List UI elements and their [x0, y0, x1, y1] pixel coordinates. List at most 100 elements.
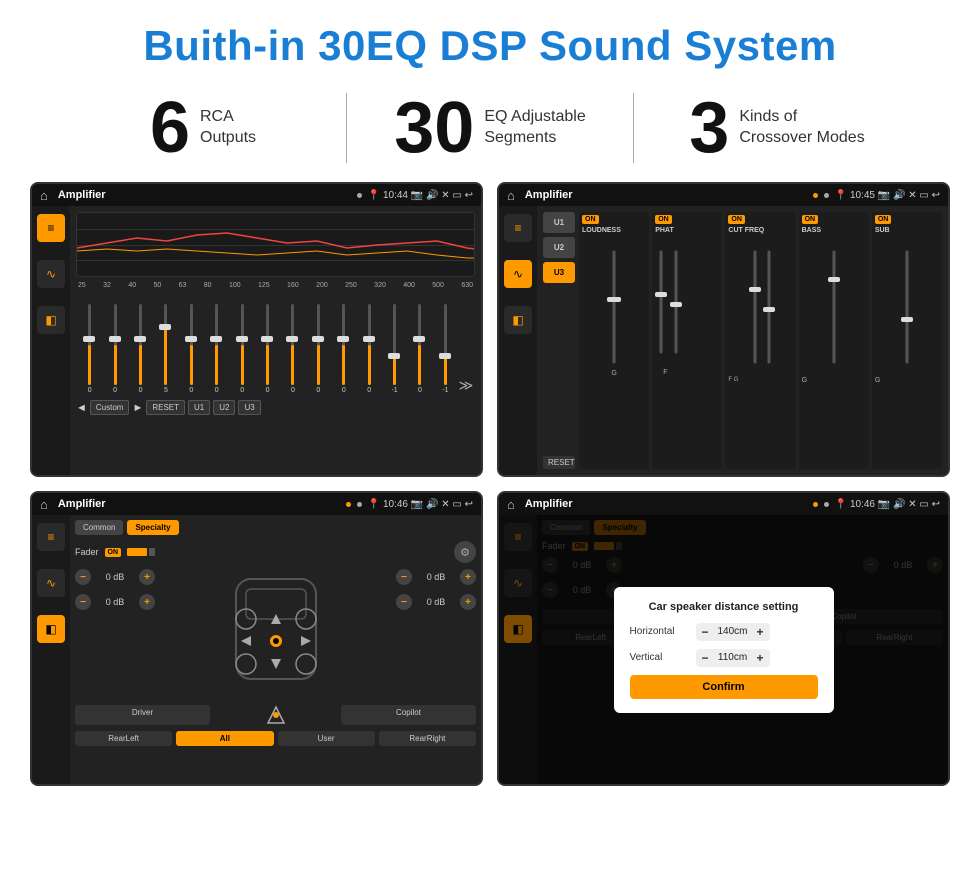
- eq-slider-8[interactable]: 0: [256, 304, 279, 394]
- fl-plus-btn[interactable]: +: [139, 569, 155, 585]
- eq-icon-3[interactable]: ≡: [37, 523, 65, 551]
- eq-slider-4[interactable]: 5: [154, 304, 177, 394]
- eq-slider-15[interactable]: -1: [434, 304, 457, 394]
- status-icons-1: 📍 10:44 📷 🔊 ✕ ▭ ↩: [368, 190, 473, 201]
- eq-slider-5[interactable]: 0: [180, 304, 203, 394]
- eq-slider-10[interactable]: 0: [307, 304, 330, 394]
- eq-slider-2[interactable]: 0: [103, 304, 126, 394]
- eq-prev-btn[interactable]: ◄: [76, 402, 87, 414]
- fr-plus-btn[interactable]: +: [460, 569, 476, 585]
- copilot-btn[interactable]: Copilot: [341, 705, 476, 725]
- stat-rca: 6 RCAOutputs: [60, 92, 346, 164]
- crossover-main: U1 U2 U3 RESET ON LOUDNESS: [537, 206, 948, 475]
- driver-btn[interactable]: Driver: [75, 705, 210, 725]
- all-btn[interactable]: All: [176, 731, 273, 746]
- eq-slider-3[interactable]: 0: [129, 304, 152, 394]
- screens-grid: ⌂ Amplifier 📍 10:44 📷 🔊 ✕ ▭ ↩ ≡ ∿ ◧: [0, 182, 980, 796]
- rl-db-value: 0 dB: [95, 597, 135, 607]
- eq-u2-btn[interactable]: U2: [213, 400, 235, 415]
- rr-plus-btn[interactable]: +: [460, 594, 476, 610]
- side-icons-1: ≡ ∿ ◧: [32, 206, 70, 475]
- vertical-value: 110cm: [713, 652, 753, 663]
- eq-icon[interactable]: ≡: [37, 214, 65, 242]
- fader-main: Common Specialty Fader ON ⚙: [70, 515, 481, 784]
- home-icon-4[interactable]: ⌂: [507, 497, 515, 512]
- horizontal-value: 140cm: [713, 626, 753, 637]
- stat-rca-number: 6: [150, 92, 190, 164]
- xo-u3-btn[interactable]: U3: [543, 262, 575, 283]
- rr-minus-btn[interactable]: −: [396, 594, 412, 610]
- eq-reset-btn[interactable]: RESET: [146, 400, 185, 415]
- dot-4: [813, 502, 818, 507]
- eq-u3-btn[interactable]: U3: [238, 400, 260, 415]
- eq-slider-9[interactable]: 0: [281, 304, 304, 394]
- home-icon-1[interactable]: ⌂: [40, 188, 48, 203]
- rl-plus-btn[interactable]: +: [139, 594, 155, 610]
- eq-slider-6[interactable]: 0: [205, 304, 228, 394]
- tab-specialty[interactable]: Specialty: [127, 520, 178, 535]
- home-icon-2[interactable]: ⌂: [507, 188, 515, 203]
- speaker-icon-2[interactable]: ◧: [504, 306, 532, 334]
- loudness-on-badge[interactable]: ON: [582, 215, 599, 224]
- eq-next-btn[interactable]: ►: [132, 402, 143, 414]
- xo-loudness: ON LOUDNESS G: [579, 212, 649, 469]
- bass-on-badge[interactable]: ON: [802, 215, 819, 224]
- eq-freq-labels: 253240506380100125160200250320400500630: [76, 281, 475, 290]
- horizontal-label: Horizontal: [630, 626, 690, 637]
- speaker-icon[interactable]: ◧: [37, 306, 65, 334]
- eq-icon-2[interactable]: ≡: [504, 214, 532, 242]
- title-1: Amplifier: [54, 189, 351, 201]
- vertical-minus-btn[interactable]: −: [702, 651, 709, 665]
- fr-db-row: − 0 dB +: [396, 569, 476, 585]
- rearleft-btn[interactable]: RearLeft: [75, 731, 172, 746]
- eq-u1-btn[interactable]: U1: [188, 400, 210, 415]
- wave-icon[interactable]: ∿: [37, 260, 65, 288]
- eq-scroll-right[interactable]: ≫: [459, 377, 474, 394]
- tab-common[interactable]: Common: [75, 520, 123, 535]
- eq-main: 253240506380100125160200250320400500630 …: [70, 206, 481, 475]
- fader-on-badge[interactable]: ON: [105, 548, 122, 557]
- dot-2: [813, 193, 818, 198]
- eq-slider-11[interactable]: 0: [332, 304, 355, 394]
- stat-crossover: 3 Kinds ofCrossover Modes: [634, 92, 920, 164]
- horizontal-row: Horizontal − 140cm +: [630, 623, 818, 641]
- fader-header: Fader ON ⚙: [75, 541, 476, 563]
- speaker-icon-3[interactable]: ◧: [37, 615, 65, 643]
- eq-slider-13[interactable]: -1: [383, 304, 406, 394]
- rl-minus-btn[interactable]: −: [75, 594, 91, 610]
- vertical-plus-btn[interactable]: +: [757, 651, 764, 665]
- stat-rca-label: RCAOutputs: [200, 107, 256, 149]
- horizontal-minus-btn[interactable]: −: [702, 625, 709, 639]
- fr-minus-btn[interactable]: −: [396, 569, 412, 585]
- user-btn[interactable]: User: [278, 731, 375, 746]
- xo-reset-btn[interactable]: RESET: [543, 456, 575, 469]
- screen-crossover: ⌂ Amplifier 📍 10:45 📷 🔊 ✕ ▭ ↩ ≡ ∿ ◧ U1 U…: [497, 182, 950, 477]
- fl-minus-btn[interactable]: −: [75, 569, 91, 585]
- fader-text: Fader: [75, 547, 99, 557]
- dot-4b: [824, 502, 829, 507]
- title-4: Amplifier: [521, 498, 807, 510]
- stats-row: 6 RCAOutputs 30 EQ AdjustableSegments 3 …: [0, 84, 980, 182]
- dialog-title: Car speaker distance setting: [630, 601, 818, 613]
- xo-cutfreq: ON CUT FREQ F G: [725, 212, 795, 469]
- sub-on-badge[interactable]: ON: [875, 215, 892, 224]
- confirm-button[interactable]: Confirm: [630, 675, 818, 699]
- status-icons-2: 📍 10:45 📷 🔊 ✕ ▭ ↩: [835, 190, 940, 201]
- wave-icon-3[interactable]: ∿: [37, 569, 65, 597]
- xo-u1-btn[interactable]: U1: [543, 212, 575, 233]
- eq-slider-1[interactable]: 0: [78, 304, 101, 394]
- horizontal-plus-btn[interactable]: +: [757, 625, 764, 639]
- xo-sub: ON SUB G: [872, 212, 942, 469]
- settings-icon[interactable]: ⚙: [454, 541, 476, 563]
- home-icon-3[interactable]: ⌂: [40, 497, 48, 512]
- eq-custom-btn[interactable]: Custom: [90, 400, 130, 415]
- eq-slider-7[interactable]: 0: [230, 304, 253, 394]
- wave-icon-2[interactable]: ∿: [504, 260, 532, 288]
- status-bar-2: ⌂ Amplifier 📍 10:45 📷 🔊 ✕ ▭ ↩: [499, 184, 948, 206]
- xo-u2-btn[interactable]: U2: [543, 237, 575, 258]
- eq-slider-14[interactable]: 0: [408, 304, 431, 394]
- phat-on-badge[interactable]: ON: [655, 215, 672, 224]
- cutfreq-on-badge[interactable]: ON: [728, 215, 745, 224]
- eq-slider-12[interactable]: 0: [357, 304, 380, 394]
- rearright-btn[interactable]: RearRight: [379, 731, 476, 746]
